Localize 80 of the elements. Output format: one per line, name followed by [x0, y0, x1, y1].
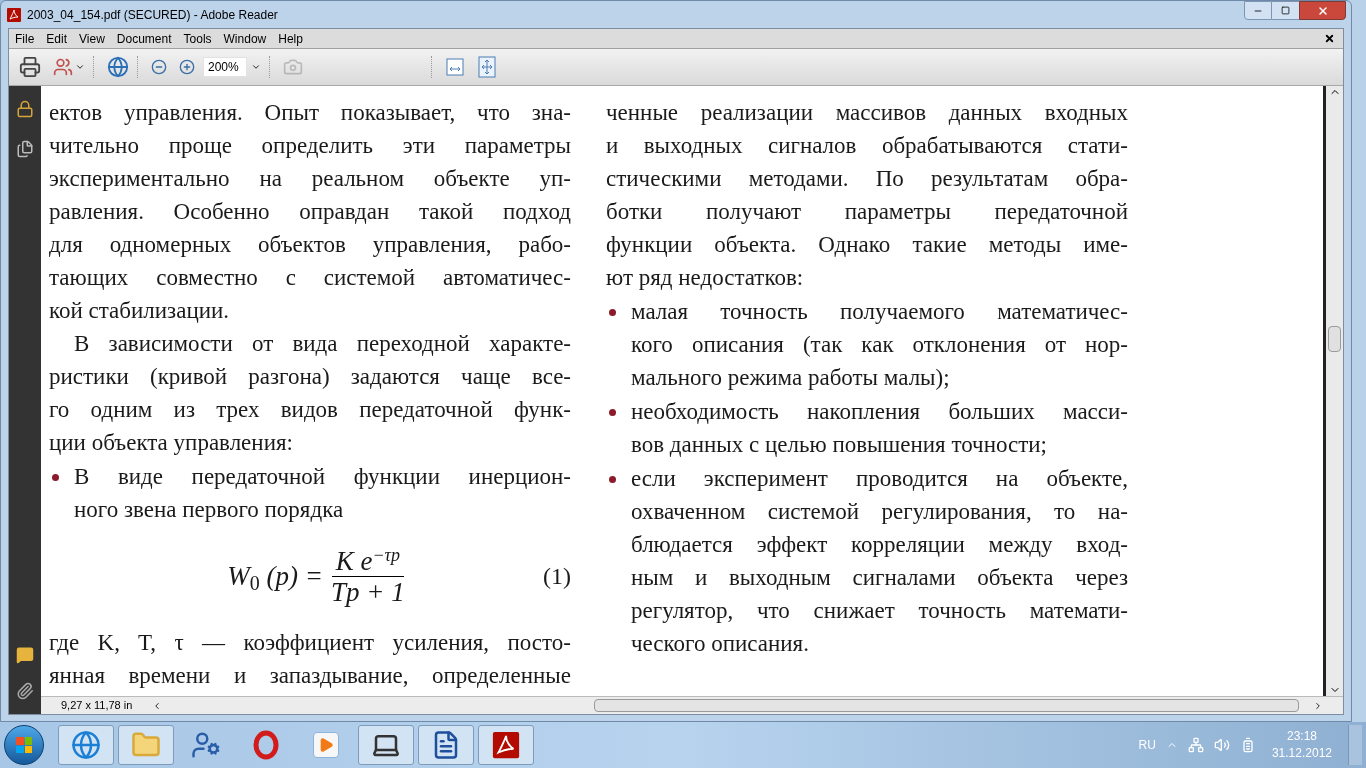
- text-line: ного звена первого порядка: [74, 496, 345, 524]
- menu-item[interactable]: File: [9, 29, 41, 48]
- zoom-out-icon: [151, 59, 167, 75]
- zoom-field[interactable]: 200%: [203, 57, 247, 77]
- text-line: регулятор, что снижает точность математи-: [631, 597, 1128, 625]
- caret-icon: [75, 62, 85, 72]
- close-document-button[interactable]: [1324, 33, 1335, 44]
- maximize-icon: [1281, 6, 1290, 15]
- close-icon: [1316, 4, 1329, 17]
- pdf-icon: [491, 730, 521, 760]
- text-line: если эксперимент проводится на объекте,: [631, 465, 1128, 493]
- text-line: чительно проще определить эти параметры: [49, 132, 571, 160]
- fit-page-icon: [477, 56, 497, 78]
- user-gear-icon: [191, 730, 221, 760]
- text-line: ческого описания.: [631, 630, 810, 658]
- close-icon: [1324, 33, 1335, 44]
- text-line: го одним из трех видов передаточной функ-: [49, 396, 571, 424]
- text-line: вов данных с целью повышения точности;: [631, 431, 1048, 459]
- scroll-right-icon[interactable]: [1313, 700, 1323, 711]
- text-line: В виде передаточной функции инерцион-: [74, 463, 571, 491]
- close-button[interactable]: [1299, 1, 1346, 20]
- text-line: ектов управления. Опыт показывает, что зна-: [49, 99, 571, 127]
- text-line: кого описания (так как отклонения от нор-: [631, 331, 1128, 359]
- text-line: ристики (кривой разгона) задаются чаще все-: [49, 363, 571, 391]
- text-line: стическими методами. По результатам обра-: [606, 165, 1128, 193]
- users-icon: [53, 57, 73, 77]
- text-line: янная времени и запаздывание, определенные: [49, 662, 571, 690]
- camera-icon: [283, 57, 303, 77]
- text-line: тающих совместно с системой автоматичес-: [49, 264, 571, 292]
- pages-icon[interactable]: [16, 140, 34, 158]
- menu-item[interactable]: View: [73, 29, 111, 48]
- maximize-button[interactable]: [1272, 1, 1299, 20]
- comments-icon[interactable]: [16, 646, 34, 664]
- text-line: ции объекта управления:: [49, 429, 294, 457]
- opera-icon: [253, 730, 279, 760]
- globe-icon: [107, 56, 129, 78]
- taskbar-app-button[interactable]: [418, 725, 474, 765]
- printer-icon: [19, 56, 41, 78]
- menu-item[interactable]: Tools: [177, 29, 218, 48]
- text-line: блюдается эффект корреляции между вход-: [631, 531, 1128, 559]
- equation-number: (1): [543, 562, 571, 591]
- scroll-thumb[interactable]: [594, 699, 1300, 712]
- window-title: 2003_04_154.pdf (SECURED) - Adobe Reader: [27, 6, 278, 24]
- scroll-thumb[interactable]: [1328, 326, 1341, 352]
- vertical-scrollbar[interactable]: [1326, 86, 1343, 696]
- text-line: где K, T, τ — коэффициент усиления, посто-: [49, 629, 571, 657]
- text-line: и выходных сигналов обрабатываются стати-: [606, 132, 1128, 160]
- globe-icon: [71, 730, 101, 760]
- volume-icon[interactable]: [1213, 737, 1230, 753]
- lock-icon[interactable]: [16, 100, 34, 118]
- text-line: В зависимости от вида переходной характе-: [73, 330, 571, 358]
- text-line: малая точность получаемого математичес-: [631, 298, 1128, 326]
- minimize-button[interactable]: [1244, 1, 1272, 20]
- taskbar-app-button[interactable]: [478, 725, 534, 765]
- text-line: необходимость накопления больших масси-: [631, 398, 1128, 426]
- menu-item[interactable]: Window: [217, 29, 273, 48]
- text-line: для одномерных объектов управления, рабо-: [49, 231, 571, 259]
- text-line: ботки получают параметры передаточной: [606, 198, 1128, 226]
- text-line: ным и выходным сигналами объекта через: [631, 564, 1128, 592]
- play-triangle-icon: [318, 737, 334, 753]
- text-line: равления. Особенно оправдан такой подход: [49, 198, 571, 226]
- menu-item[interactable]: Help: [272, 29, 309, 48]
- text-line: экспериментально на реальном объекте уп-: [49, 165, 571, 193]
- page-size-label: 9,27 x 11,78 in: [60, 698, 134, 714]
- text-line: кой стабилизации.: [49, 297, 231, 325]
- text-line: функции объекта. Однако такие методы име-: [606, 231, 1128, 259]
- pdf-icon: [6, 6, 22, 23]
- caret-icon: [251, 62, 261, 72]
- taskbar-app-button[interactable]: [358, 725, 414, 765]
- text-line: ченные реализации массивов данных входных: [606, 99, 1128, 127]
- menu-item[interactable]: Edit: [40, 29, 74, 48]
- zoom-in-icon: [179, 59, 195, 75]
- text-line: мального режима работы малы);: [631, 364, 951, 392]
- text-line: ют ряд недостатков:: [606, 264, 805, 292]
- network-icon[interactable]: [1187, 737, 1204, 753]
- start-button[interactable]: [4, 725, 44, 765]
- fit-width-icon: [445, 57, 465, 77]
- menu-item[interactable]: Document: [110, 29, 178, 48]
- text-line: охваченном системой регулирования, то на-: [631, 498, 1128, 526]
- paperclip-icon[interactable]: [16, 682, 34, 700]
